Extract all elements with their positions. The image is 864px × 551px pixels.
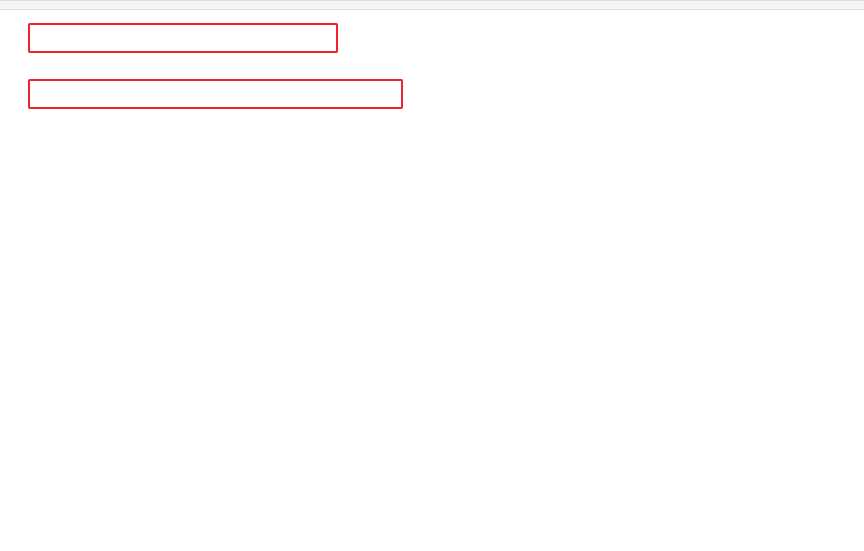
panel-divider	[0, 0, 864, 10]
highlight-rect-2	[28, 79, 403, 109]
highlight-rect-1	[28, 23, 338, 53]
